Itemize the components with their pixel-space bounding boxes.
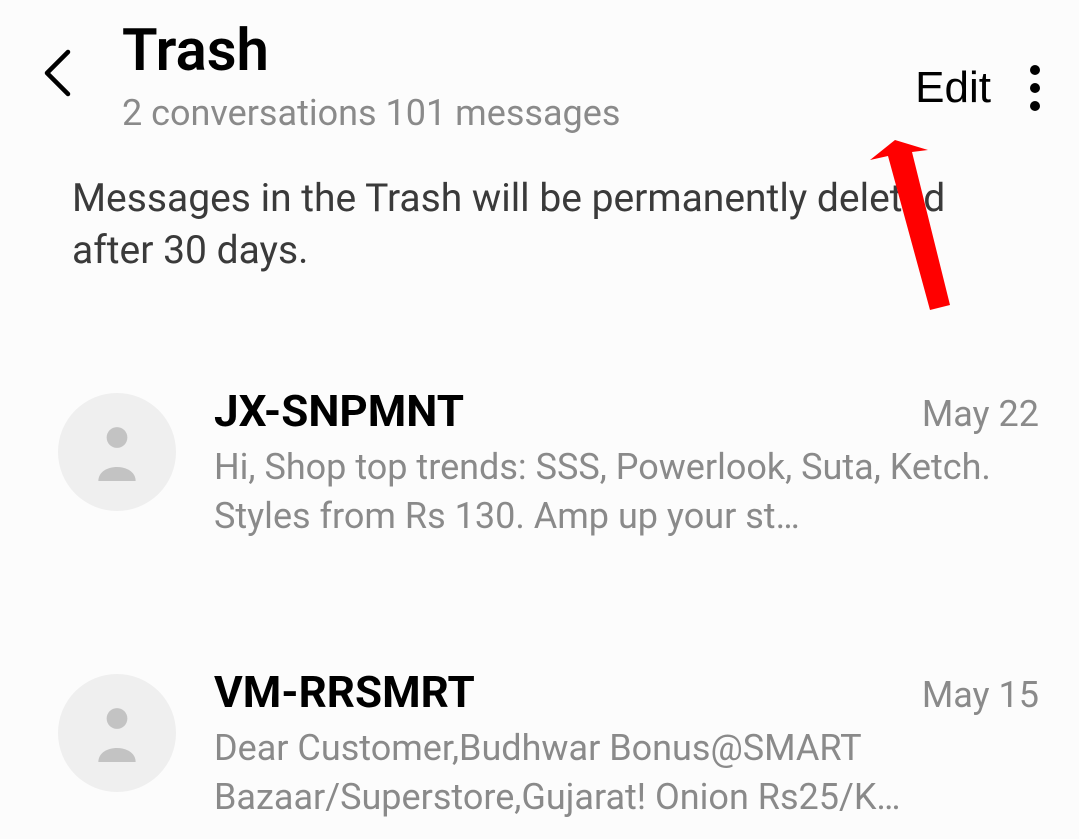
- conversation-list: JX-SNPMNT May 22 Hi, Shop top trends: SS…: [0, 307, 1079, 839]
- person-icon: [92, 423, 142, 481]
- message-preview: Dear Customer,Budhwar Bonus@SMART Bazaar…: [214, 724, 1039, 821]
- more-options-button[interactable]: [1021, 56, 1049, 120]
- conversation-date: May 22: [922, 393, 1039, 435]
- title-block: Trash 2 conversations 101 messages: [122, 20, 915, 134]
- sender-name: JX-SNPMNT: [214, 385, 464, 437]
- conversation-item[interactable]: JX-SNPMNT May 22 Hi, Shop top trends: SS…: [0, 367, 1079, 558]
- header-actions: Edit: [915, 56, 1049, 120]
- sender-name: VM-RRSMRT: [214, 666, 475, 718]
- conversation-top-row: JX-SNPMNT May 22: [214, 385, 1039, 437]
- conversation-top-row: VM-RRSMRT May 15: [214, 666, 1039, 718]
- conversation-item[interactable]: VM-RRSMRT May 15 Dear Customer,Budhwar B…: [0, 648, 1079, 839]
- retention-notice: Messages in the Trash will be permanentl…: [0, 144, 1079, 307]
- avatar: [58, 674, 176, 792]
- avatar: [58, 393, 176, 511]
- dots-vertical-icon: [1029, 64, 1041, 112]
- conversation-date: May 15: [922, 674, 1039, 716]
- page-subtitle: 2 conversations 101 messages: [122, 92, 915, 134]
- message-preview: Hi, Shop top trends: SSS, Powerlook, Sut…: [214, 443, 1039, 540]
- back-button[interactable]: [30, 38, 82, 108]
- app-header: Trash 2 conversations 101 messages Edit: [0, 0, 1079, 144]
- person-icon: [92, 704, 142, 762]
- conversation-content: JX-SNPMNT May 22 Hi, Shop top trends: SS…: [214, 385, 1039, 540]
- chevron-left-icon: [38, 46, 74, 100]
- page-title: Trash: [122, 20, 915, 84]
- conversation-content: VM-RRSMRT May 15 Dear Customer,Budhwar B…: [214, 666, 1039, 821]
- edit-button[interactable]: Edit: [915, 63, 991, 113]
